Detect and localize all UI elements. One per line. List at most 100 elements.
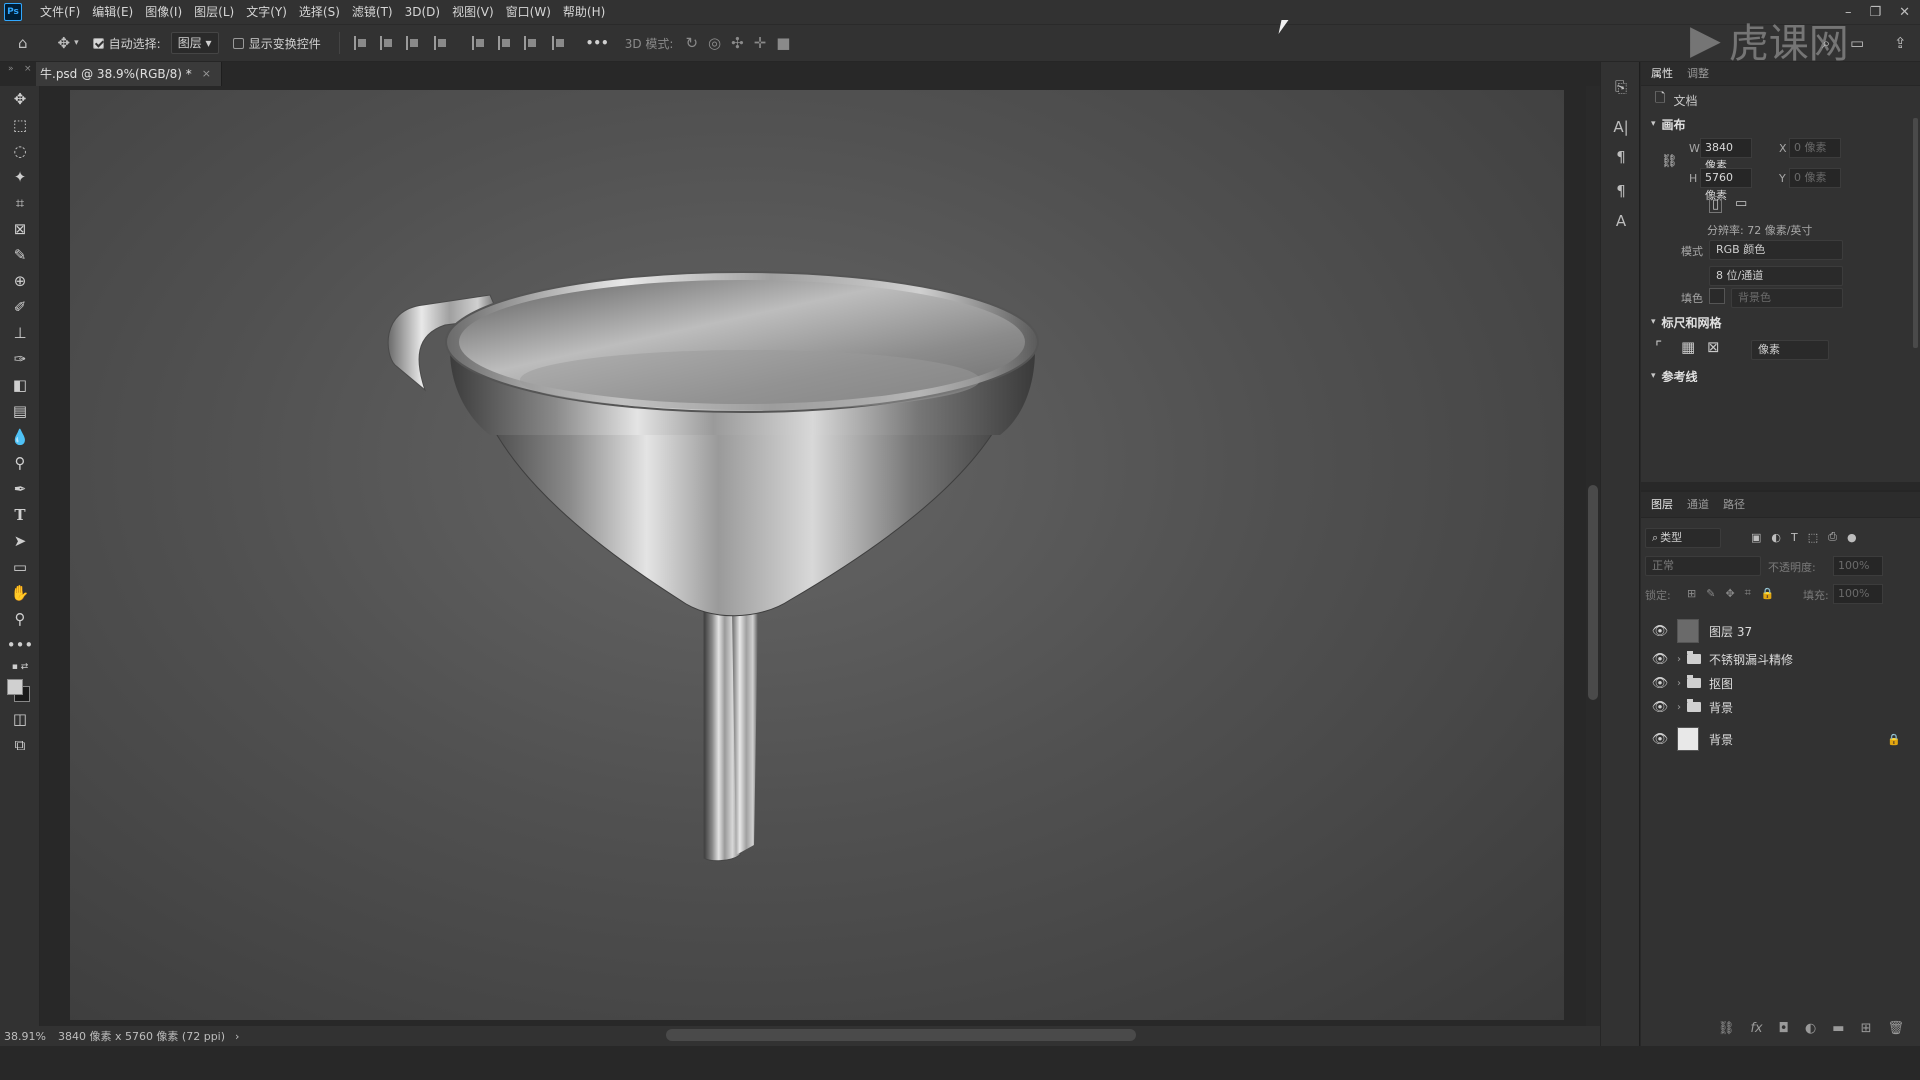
chevron-right-icon[interactable]: › [1677,702,1681,713]
layer-group-row[interactable]: 👁 › 背景 [1641,696,1901,718]
tab-adjustments[interactable]: 调整 [1687,62,1709,86]
menu-3d[interactable]: 3D(D) [399,0,446,24]
move-tool-icon[interactable]: ✥ [58,34,71,52]
opacity-field[interactable]: 100% [1833,556,1883,576]
lock-pixels-icon[interactable]: ✎ [1706,587,1715,600]
menu-window[interactable]: 窗口(W) [500,0,557,24]
align-top-icon[interactable] [471,36,486,50]
hand-tool[interactable]: ✋ [0,580,40,606]
menu-filter[interactable]: 滤镜(T) [346,0,399,24]
more-options-button[interactable]: ••• [586,36,609,50]
zoom-level[interactable]: 38.91% [4,1030,46,1043]
marquee-tool[interactable]: ⬚ [0,112,40,138]
align-right-icon[interactable] [405,36,420,50]
layer-filter-select[interactable]: ⌕ 类型 [1645,528,1721,548]
auto-select-dropdown[interactable]: 图层 ▾ [170,32,219,54]
guides-section-header[interactable]: ▾ 参考线 [1651,370,1698,382]
gradient-tool[interactable]: ▤ [0,398,40,424]
units-select[interactable]: 像素 [1751,340,1829,360]
distribute-horizontal-icon[interactable] [551,36,566,50]
chevron-right-icon[interactable]: › [1677,654,1681,665]
stamp-tool[interactable]: ⊥ [0,320,40,346]
character-style-icon[interactable]: A [1601,206,1641,236]
canvas-section-header[interactable]: ▾ 画布 [1651,114,1686,134]
default-colors[interactable]: ▪ ⇄ [0,658,40,676]
share-icon[interactable]: ⇪ [1894,34,1907,52]
character-panel-icon[interactable]: A| [1601,112,1641,142]
landscape-icon[interactable]: ▭ [1735,196,1747,211]
workspace-icon[interactable]: ▭ [1850,34,1864,52]
photoshop-logo[interactable]: Ps [4,3,22,21]
blur-tool[interactable]: 💧 [0,424,40,450]
lock-all-icon[interactable]: 🔒 [1761,587,1775,600]
tab-properties[interactable]: 属性 [1651,62,1673,86]
y-field[interactable]: 0 像素 [1789,168,1841,188]
fill-select[interactable]: 背景色 [1731,288,1843,308]
rulers-section-header[interactable]: ▾ 标尺和网格 [1651,312,1722,332]
smart-object-filter-icon[interactable]: ⎙ [1828,530,1837,544]
adjustment-layer-icon[interactable]: ◐ [1805,1021,1816,1036]
visibility-eye-icon[interactable]: 👁 [1651,624,1669,639]
close-toolbar-icon[interactable]: × [24,64,32,74]
align-bottom-icon[interactable] [523,36,538,50]
adjustment-filter-icon[interactable]: ◐ [1771,531,1781,544]
pen-tool[interactable]: ✒ [0,476,40,502]
zoom-tool[interactable]: ⚲ [0,606,40,632]
trash-icon[interactable]: 🗑 [1887,1021,1904,1036]
color-mode-select[interactable]: RGB 颜色 [1709,240,1843,260]
width-field[interactable]: 3840 像素 [1700,138,1752,172]
rectangle-tool[interactable]: ▭ [0,554,40,580]
portrait-icon[interactable]: ▯ [1709,196,1723,213]
vertical-scroll-thumb[interactable] [1588,485,1598,700]
lock-artboard-icon[interactable]: ⌗ [1745,586,1751,600]
color-swatches[interactable] [0,676,40,706]
healing-tool[interactable]: ⊕ [0,268,40,294]
document-canvas[interactable] [70,90,1564,1020]
screen-mode-tool[interactable]: ⧉ [0,732,40,758]
visibility-eye-icon[interactable]: 👁 [1651,700,1669,715]
magic-wand-tool[interactable]: ✦ [0,164,40,190]
guides-icon[interactable]: ⊠ [1707,338,1720,356]
layer-group-row[interactable]: 👁 › 不锈钢漏斗精修 [1641,648,1901,670]
visibility-eye-icon[interactable]: 👁 [1651,732,1669,747]
chevron-down-icon[interactable]: ▾ [74,38,79,48]
ruler-icon[interactable]: ⌜ [1655,338,1662,356]
filter-toggle-icon[interactable]: ● [1847,531,1857,544]
home-icon[interactable]: ⌂ [18,34,28,52]
align-vcenter-icon[interactable] [497,36,512,50]
quick-mask-tool[interactable]: ◫ [0,706,40,732]
visibility-eye-icon[interactable]: 👁 [1651,652,1669,667]
3d-slide-icon[interactable]: ✛ [754,34,767,52]
align-hcenter-icon[interactable] [379,36,394,50]
menu-view[interactable]: 视图(V) [446,0,500,24]
3d-scale-icon[interactable]: ■ [776,34,790,52]
chevron-right-icon[interactable]: › [1677,678,1681,689]
lasso-tool[interactable]: ◌ [0,138,40,164]
close-tab-icon[interactable]: × [202,62,211,86]
move-tool[interactable]: ✥ [0,86,40,112]
dodge-tool[interactable]: ⚲ [0,450,40,476]
fx-icon[interactable]: fx [1750,1021,1762,1036]
tab-layers[interactable]: 图层 [1651,493,1673,517]
history-panel-icon[interactable]: ⎘ [1601,72,1641,102]
bit-depth-select[interactable]: 8 位/通道 [1709,266,1843,286]
status-menu-arrow[interactable]: › [235,1030,239,1043]
paragraph-style-icon[interactable]: ¶ [1601,176,1641,206]
document-tab[interactable]: 牛.psd @ 38.9%(RGB/8) * × [36,62,222,86]
properties-scrollbar[interactable] [1913,118,1918,348]
history-brush-tool[interactable]: ✑ [0,346,40,372]
distribute-vertical-icon[interactable] [433,36,448,50]
horizontal-scroll-thumb[interactable] [666,1029,1136,1041]
menu-help[interactable]: 帮助(H) [557,0,611,24]
layer-group-row[interactable]: 👁 › 抠图 [1641,672,1901,694]
layer-row[interactable]: 👁 图层 37 [1641,618,1901,644]
new-group-icon[interactable]: ▬ [1832,1021,1844,1036]
3d-roll-icon[interactable]: ◎ [708,34,721,52]
paragraph-panel-icon[interactable]: ¶ [1601,142,1641,172]
blend-mode-select[interactable]: 正常 [1645,556,1761,576]
crop-tool[interactable]: ⌗ [0,190,40,216]
height-field[interactable]: 5760 像素 [1700,168,1752,202]
eraser-tool[interactable]: ◧ [0,372,40,398]
pixel-filter-icon[interactable]: ▣ [1751,531,1761,544]
type-tool[interactable]: T [0,502,40,528]
